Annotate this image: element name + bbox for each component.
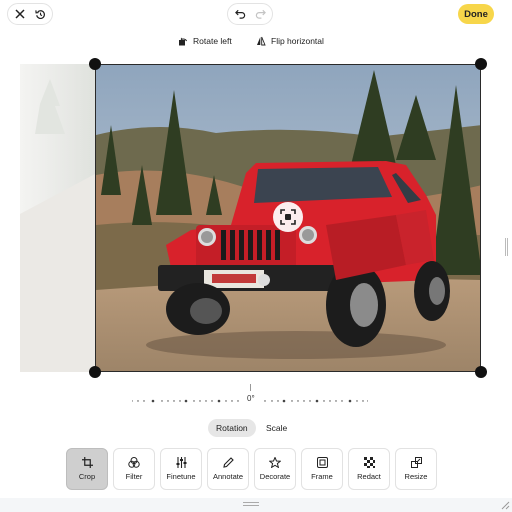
resize-icon (410, 457, 422, 468)
tool-finetune[interactable]: Finetune (160, 448, 202, 490)
rotation-value: 0° (247, 394, 255, 403)
frame-icon (316, 457, 328, 468)
tool-decorate[interactable]: Decorate (254, 448, 296, 490)
crop-handle-bottom-left[interactable] (89, 366, 101, 378)
close-button[interactable] (10, 4, 30, 24)
crop-handle-top-left[interactable] (89, 58, 101, 70)
bottom-drag-handle[interactable] (243, 502, 259, 506)
crop-actions: Rotate left Flip horizontal (0, 33, 512, 49)
crop-handle-bottom-right[interactable] (475, 366, 487, 378)
filter-icon (128, 457, 140, 468)
tool-annotate[interactable]: Annotate (207, 448, 249, 490)
undo-button[interactable] (230, 4, 250, 24)
tool-frame-label: Frame (311, 472, 333, 481)
redo-button[interactable] (250, 4, 270, 24)
tab-scale[interactable]: Scale (258, 419, 295, 437)
close-icon (15, 9, 25, 19)
history-icon (34, 9, 45, 19)
rotate-left-button[interactable]: Rotate left (178, 33, 232, 49)
editor-toolbar: Crop Filter Finetune Annotate Decorate F… (0, 448, 512, 490)
outside-crop-area (20, 64, 95, 372)
tool-frame[interactable]: Frame (301, 448, 343, 490)
redact-icon (363, 457, 375, 468)
tool-redact-label: Redact (357, 472, 381, 481)
flip-horizontal-label: Flip horizontal (271, 36, 324, 46)
tab-rotation[interactable]: Rotation (208, 419, 256, 437)
redo-icon (255, 9, 266, 19)
rotate-left-label: Rotate left (193, 36, 232, 46)
crop-handle-top-right[interactable] (475, 58, 487, 70)
crop-icon (81, 457, 93, 468)
faded-image-icon (20, 79, 95, 372)
done-button[interactable]: Done (458, 4, 494, 24)
rotation-ruler[interactable]: 0° (120, 384, 380, 410)
tool-crop-label: Crop (78, 472, 96, 481)
revert-button[interactable] (30, 4, 50, 24)
tool-decorate-label: Decorate (259, 472, 291, 481)
image-stage (20, 58, 487, 378)
tool-finetune-label: Finetune (166, 472, 196, 481)
ruler-center-tick (250, 384, 251, 391)
tool-redact[interactable]: Redact (348, 448, 390, 490)
tool-crop[interactable]: Crop (66, 448, 108, 490)
crop-mode-tabs: Rotation Scale (0, 419, 512, 437)
bottom-bar (0, 498, 512, 512)
focus-icon (280, 209, 296, 225)
pencil-icon (222, 457, 234, 468)
focus-crop-button[interactable] (273, 202, 303, 232)
tool-resize-label: Resize (404, 472, 428, 481)
undo-icon (234, 9, 245, 19)
star-icon (269, 457, 281, 468)
sliders-icon (176, 457, 186, 468)
tool-resize[interactable]: Resize (395, 448, 437, 490)
undo-redo-group (227, 3, 273, 25)
tool-annotate-label: Annotate (212, 472, 244, 481)
window-resize-grip-icon[interactable] (501, 501, 510, 510)
tool-filter-label: Filter (125, 472, 143, 481)
panel-resize-grip[interactable] (505, 238, 508, 256)
tool-filter[interactable]: Filter (113, 448, 155, 490)
flip-horizontal-icon (257, 36, 266, 46)
top-bar: Done (0, 0, 512, 28)
rotate-left-icon (179, 37, 188, 46)
close-revert-group (7, 3, 53, 25)
flip-horizontal-button[interactable]: Flip horizontal (256, 33, 324, 49)
